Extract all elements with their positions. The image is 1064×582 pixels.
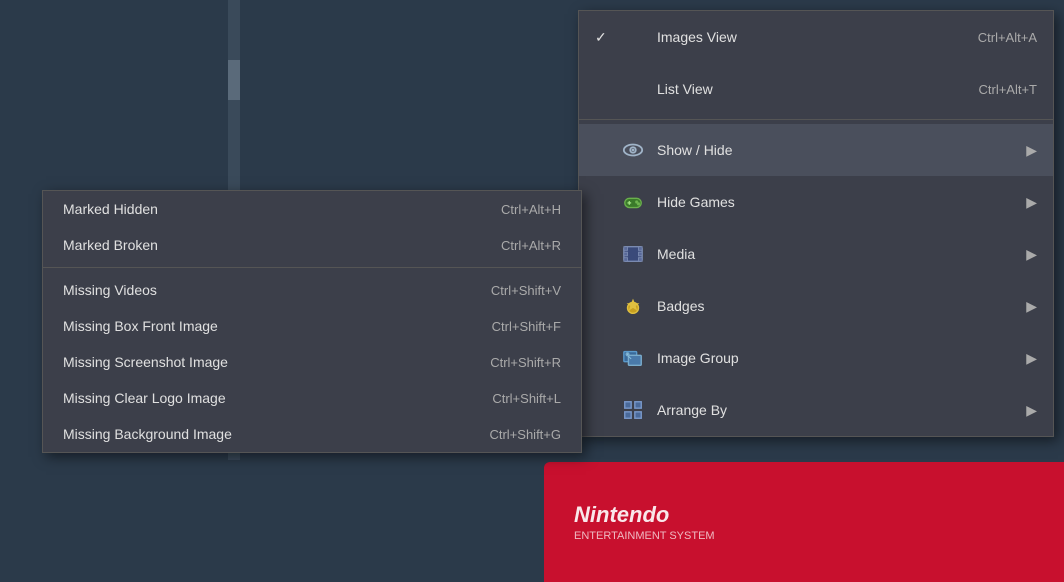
hide-games-arrow: ▶ xyxy=(1026,194,1037,211)
submenu-divider-1 xyxy=(43,267,581,268)
submenu-item-missing-clear-logo[interactable]: Missing Clear Logo Image Ctrl+Shift+L xyxy=(43,380,581,416)
submenu-item-marked-broken[interactable]: Marked Broken Ctrl+Alt+R xyxy=(43,227,581,263)
missing-screenshot-label: Missing Screenshot Image xyxy=(63,354,228,370)
marked-broken-label: Marked Broken xyxy=(63,237,158,253)
nintendo-area: Nintendo ENTERTAINMENT SYSTEM xyxy=(544,462,1064,582)
media-label: Media xyxy=(657,246,1018,262)
list-view-icon xyxy=(619,75,647,103)
scrollbar-thumb[interactable] xyxy=(228,60,240,100)
menu-item-hide-games[interactable]: Hide Games ▶ xyxy=(579,176,1053,228)
menu-item-badges[interactable]: Badges ▶ xyxy=(579,280,1053,332)
image-group-icon xyxy=(619,344,647,372)
image-group-label: Image Group xyxy=(657,350,1018,366)
media-arrow: ▶ xyxy=(1026,246,1037,263)
list-view-label: List View xyxy=(657,81,978,97)
images-view-shortcut: Ctrl+Alt+A xyxy=(978,30,1037,45)
marked-broken-shortcut: Ctrl+Alt+R xyxy=(501,238,561,253)
nintendo-text: Nintendo xyxy=(574,502,715,528)
menu-item-list-view[interactable]: List View Ctrl+Alt+T xyxy=(579,63,1053,115)
missing-videos-shortcut: Ctrl+Shift+V xyxy=(491,283,561,298)
image-group-arrow: ▶ xyxy=(1026,350,1037,367)
menu-item-image-group[interactable]: Image Group ▶ xyxy=(579,332,1053,384)
menu-item-images-view[interactable]: ✓ Images View Ctrl+Alt+A xyxy=(579,11,1053,63)
images-view-icon xyxy=(619,23,647,51)
media-icon xyxy=(619,240,647,268)
submenu-item-missing-box-front[interactable]: Missing Box Front Image Ctrl+Shift+F xyxy=(43,308,581,344)
arrange-by-label: Arrange By xyxy=(657,402,1018,418)
show-hide-submenu: Marked Hidden Ctrl+Alt+H Marked Broken C… xyxy=(42,190,582,453)
menu-item-media[interactable]: Media ▶ xyxy=(579,228,1053,280)
nintendo-subtext: ENTERTAINMENT SYSTEM xyxy=(574,530,715,542)
hide-games-label: Hide Games xyxy=(657,194,1018,210)
submenu-item-missing-background[interactable]: Missing Background Image Ctrl+Shift+G xyxy=(43,416,581,452)
missing-clear-logo-shortcut: Ctrl+Shift+L xyxy=(492,391,561,406)
check-images-view: ✓ xyxy=(595,29,619,46)
list-view-shortcut: Ctrl+Alt+T xyxy=(978,82,1037,97)
menu-divider-1 xyxy=(579,119,1053,120)
marked-hidden-shortcut: Ctrl+Alt+H xyxy=(501,202,561,217)
missing-videos-label: Missing Videos xyxy=(63,282,157,298)
missing-box-front-label: Missing Box Front Image xyxy=(63,318,218,334)
missing-screenshot-shortcut: Ctrl+Shift+R xyxy=(490,355,561,370)
submenu-item-marked-hidden[interactable]: Marked Hidden Ctrl+Alt+H xyxy=(43,191,581,227)
images-view-label: Images View xyxy=(657,29,978,45)
arrange-by-arrow: ▶ xyxy=(1026,402,1037,419)
main-menu: ✓ Images View Ctrl+Alt+A List View Ctrl+… xyxy=(578,10,1054,437)
hide-games-icon xyxy=(619,188,647,216)
missing-box-front-shortcut: Ctrl+Shift+F xyxy=(492,319,561,334)
arrange-by-icon xyxy=(619,396,647,424)
badges-icon xyxy=(619,292,647,320)
submenu-item-missing-videos[interactable]: Missing Videos Ctrl+Shift+V xyxy=(43,272,581,308)
missing-background-label: Missing Background Image xyxy=(63,426,232,442)
show-hide-icon xyxy=(619,136,647,164)
badges-label: Badges xyxy=(657,298,1018,314)
show-hide-arrow: ▶ xyxy=(1026,142,1037,159)
missing-background-shortcut: Ctrl+Shift+G xyxy=(489,427,561,442)
menu-item-show-hide[interactable]: Show / Hide ▶ xyxy=(579,124,1053,176)
menu-item-arrange-by[interactable]: Arrange By ▶ xyxy=(579,384,1053,436)
show-hide-label: Show / Hide xyxy=(657,142,1018,158)
submenu-item-missing-screenshot[interactable]: Missing Screenshot Image Ctrl+Shift+R xyxy=(43,344,581,380)
missing-clear-logo-label: Missing Clear Logo Image xyxy=(63,390,226,406)
marked-hidden-label: Marked Hidden xyxy=(63,201,158,217)
badges-arrow: ▶ xyxy=(1026,298,1037,315)
